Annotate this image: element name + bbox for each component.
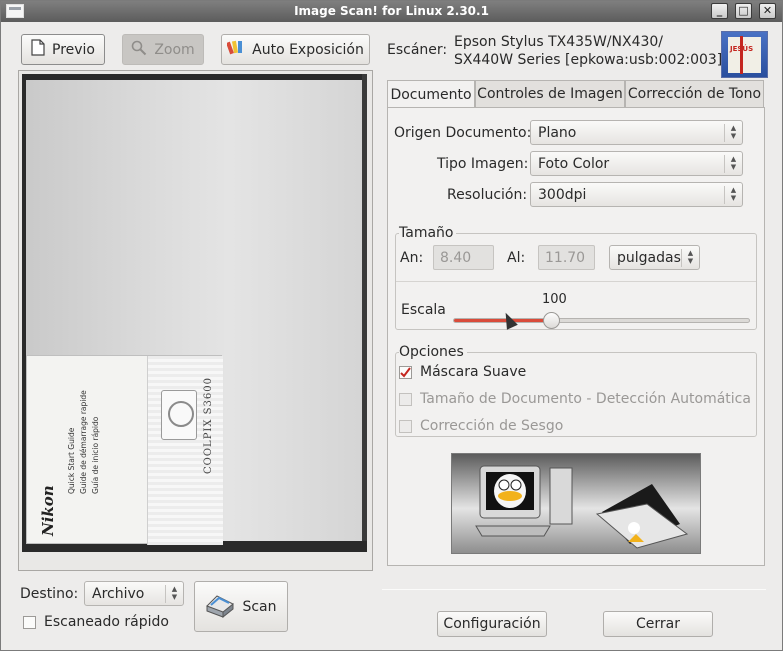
destination-value: Archivo	[92, 585, 145, 602]
preview-button[interactable]: Previo	[21, 34, 105, 65]
preview-image: Nikon Quick Start Guide Guide de démarra…	[22, 74, 367, 552]
iscan-logo-image	[451, 453, 701, 554]
scanner-label: Escáner:	[387, 42, 448, 58]
close-window-button[interactable]: ✕	[759, 3, 776, 19]
booklet-guide-fr: Guide de démarrage rapide	[79, 390, 88, 494]
scanner-device-line1: Epson Stylus TX435W/NX430/	[454, 34, 664, 50]
spin-arrows-icon: ▲ ▼	[724, 124, 742, 142]
spin-arrows-icon: ▲ ▼	[724, 155, 742, 173]
color-palette-icon	[226, 40, 245, 60]
width-field[interactable]: 8.40	[433, 245, 494, 270]
magnifier-icon	[131, 40, 147, 60]
app-window: Image Scan! for Linux 2.30.1 _ □ ✕ Previ…	[0, 0, 783, 651]
image-type-select[interactable]: Foto Color ▲ ▼	[530, 151, 743, 176]
scanned-booklet: Nikon Quick Start Guide Guide de démarra…	[26, 355, 223, 545]
scanner-device-line2: SX440W Series [epkowa:usb:002:003]	[454, 52, 723, 68]
source-value: Plano	[538, 124, 577, 141]
bottom-separator	[382, 589, 766, 590]
scale-slider-track[interactable]	[453, 318, 750, 323]
scanner-icon	[205, 592, 235, 622]
tab-controles-imagen[interactable]: Controles de Imagen	[475, 80, 625, 108]
booklet-guide-es: Guía de inicio rápido	[91, 416, 100, 494]
spin-arrows-icon: ▲ ▼	[681, 249, 699, 267]
height-field[interactable]: 11.70	[538, 245, 595, 270]
destination-select[interactable]: Archivo ▲ ▼	[84, 581, 184, 606]
scan-button[interactable]: Scan	[194, 581, 288, 632]
unsharp-mask-checkbox[interactable]: Máscara Suave	[399, 364, 526, 380]
camera-icon	[161, 390, 197, 440]
resolution-select[interactable]: 300dpi ▲ ▼	[530, 182, 743, 207]
source-label: Origen Documento:	[394, 125, 532, 141]
spin-arrows-icon: ▲ ▼	[165, 585, 183, 603]
destination-label: Destino:	[20, 586, 79, 602]
tab-documento[interactable]: Documento	[387, 80, 475, 109]
scanner-logo-icon: JESÚS	[721, 31, 768, 78]
size-title: Tamaño	[399, 225, 457, 241]
options-title: Opciones	[399, 344, 467, 360]
resolution-label: Resolución:	[447, 187, 528, 203]
auto-exposure-label: Auto Exposición	[252, 41, 364, 58]
spin-arrows-icon: ▲ ▼	[724, 186, 742, 204]
tab-correccion-tono[interactable]: Corrección de Tono	[625, 80, 764, 108]
deskew-checkbox[interactable]: Corrección de Sesgo	[399, 418, 563, 434]
scale-label: Escala	[401, 302, 446, 318]
deskew-label: Corrección de Sesgo	[420, 418, 564, 434]
height-label: Al:	[507, 250, 526, 266]
image-type-label: Tipo Imagen:	[437, 156, 529, 172]
unit-value: pulgadas	[617, 249, 681, 266]
image-type-value: Foto Color	[538, 155, 610, 172]
configuration-button[interactable]: Configuración	[437, 611, 547, 637]
document-icon	[31, 39, 45, 60]
source-select[interactable]: Plano ▲ ▼	[530, 120, 743, 145]
maximize-button[interactable]: □	[735, 3, 752, 19]
auto-detect-checkbox[interactable]: Tamaño de Documento - Detección Automáti…	[399, 391, 751, 407]
width-label: An:	[400, 250, 424, 266]
preview-label: Previo	[52, 41, 95, 58]
booklet-model: COOLPIX S3600	[203, 377, 214, 474]
quick-scan-checkbox[interactable]: Escaneado rápido	[23, 614, 169, 630]
window-title: Image Scan! for Linux 2.30.1	[294, 4, 489, 18]
scale-value: 100	[542, 292, 567, 307]
close-button[interactable]: Cerrar	[603, 611, 713, 637]
quick-scan-label: Escaneado rápido	[44, 614, 169, 630]
scan-label: Scan	[242, 598, 277, 615]
title-bar[interactable]: Image Scan! for Linux 2.30.1 _ □ ✕	[1, 1, 782, 22]
checkmark-icon	[399, 365, 412, 379]
booklet-guide-en: Quick Start Guide	[67, 427, 76, 494]
resolution-value: 300dpi	[538, 186, 587, 203]
unsharp-mask-label: Máscara Suave	[420, 364, 527, 380]
auto-exposure-button[interactable]: Auto Exposición	[221, 34, 370, 65]
auto-detect-label: Tamaño de Documento - Detección Automáti…	[420, 391, 751, 407]
unit-select[interactable]: pulgadas ▲ ▼	[609, 245, 700, 270]
preview-pane[interactable]: Nikon Quick Start Guide Guide de démarra…	[18, 70, 373, 571]
scale-slider-handle[interactable]	[543, 312, 560, 329]
zoom-label: Zoom	[154, 41, 195, 58]
booklet-brand: Nikon	[39, 485, 57, 536]
zoom-button[interactable]: Zoom	[122, 34, 204, 65]
minimize-button[interactable]: _	[711, 3, 728, 19]
